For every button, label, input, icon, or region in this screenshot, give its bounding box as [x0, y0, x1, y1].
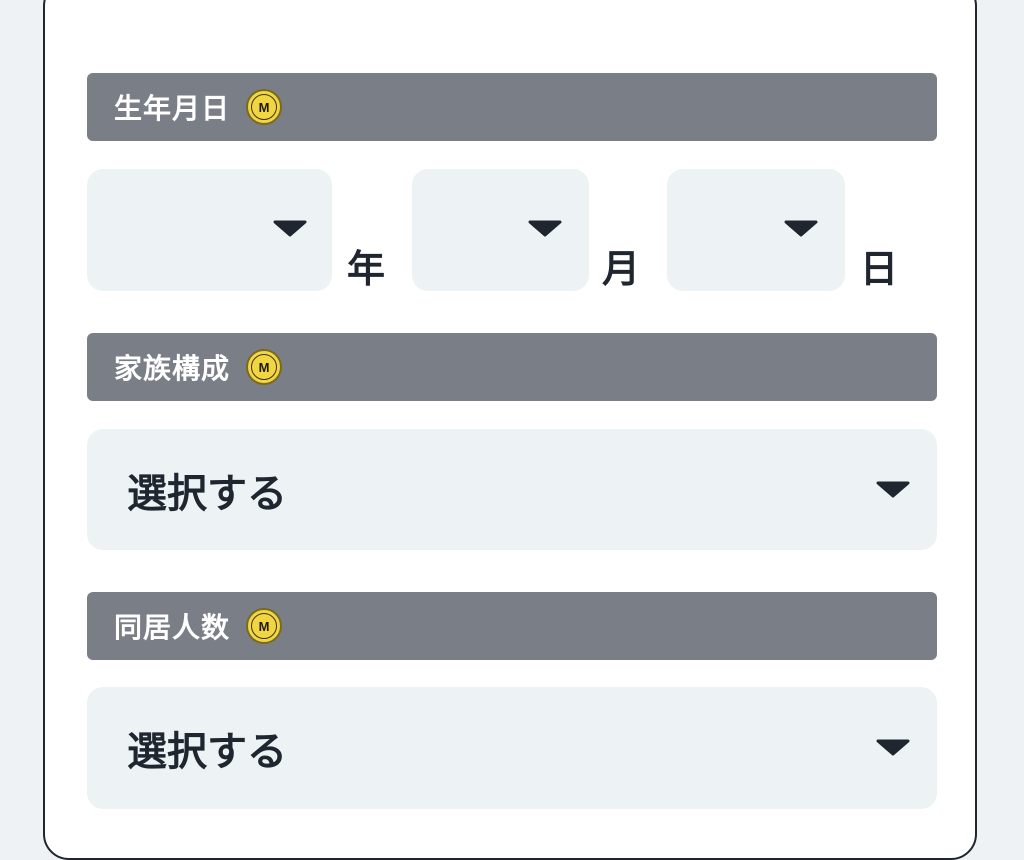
family-section-header: 家族構成 M [87, 333, 937, 401]
family-section-title: 家族構成 [114, 352, 231, 385]
day-unit-label: 日 [860, 247, 899, 291]
chevron-down-icon [273, 220, 307, 237]
chevron-down-icon [876, 481, 910, 498]
household-select-value: 選択する [127, 729, 287, 775]
family-select[interactable]: 選択する [87, 429, 937, 550]
m-badge-letter: M [251, 94, 278, 120]
m-badge-icon: M [246, 349, 283, 385]
year-select[interactable] [87, 169, 332, 291]
m-badge-letter: M [251, 354, 278, 380]
family-select-value: 選択する [127, 470, 287, 517]
household-select[interactable]: 選択する [87, 687, 937, 809]
birthdate-section-header: 生年月日 M [87, 73, 937, 141]
m-badge-letter: M [251, 613, 278, 639]
household-section-title: 同居人数 [114, 611, 231, 644]
birthdate-section-title: 生年月日 [114, 92, 231, 125]
m-badge-icon: M [246, 608, 283, 644]
m-badge-icon: M [246, 89, 283, 125]
day-select[interactable] [667, 169, 845, 291]
chevron-down-icon [784, 220, 818, 237]
chevron-down-icon [528, 220, 562, 237]
household-section-header: 同居人数 M [87, 592, 937, 660]
chevron-down-icon [876, 739, 910, 756]
month-select[interactable] [412, 169, 589, 291]
month-unit-label: 月 [602, 247, 641, 291]
year-unit-label: 年 [347, 247, 386, 291]
